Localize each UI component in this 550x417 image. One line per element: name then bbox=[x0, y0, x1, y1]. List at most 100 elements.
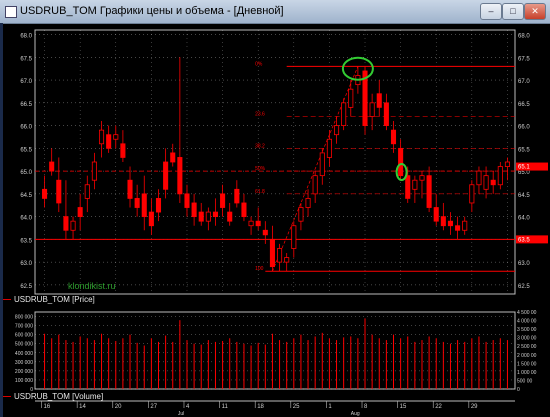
volume-y-tick-right: 1 500 00 bbox=[517, 361, 537, 367]
candle-body bbox=[284, 257, 290, 263]
candle-body bbox=[455, 225, 461, 231]
candle-body bbox=[312, 175, 318, 195]
price-y-tick-left: 62.5 bbox=[20, 284, 32, 290]
price-y-tick-right: 67.5 bbox=[518, 56, 530, 62]
price-y-tick-left: 66.5 bbox=[20, 102, 32, 108]
volume-y-tick-left: 800 000 bbox=[15, 315, 33, 321]
candle-body bbox=[504, 161, 510, 167]
candle-body bbox=[227, 211, 233, 222]
candle-body bbox=[405, 175, 411, 199]
price-y-tick-right: 65.0 bbox=[518, 170, 530, 176]
candle-body bbox=[376, 93, 382, 108]
candle-body bbox=[291, 225, 297, 249]
volume-y-tick-left: 0 bbox=[30, 387, 33, 391]
candle-body bbox=[155, 198, 162, 213]
volume-y-tick-right: 3 500 00 bbox=[517, 327, 537, 333]
volume-y-tick-right: 2 000 00 bbox=[517, 353, 537, 359]
candle-body bbox=[63, 216, 69, 231]
price-y-tick-left: 63.0 bbox=[20, 261, 32, 267]
price-y-tick-right: 62.5 bbox=[518, 284, 530, 290]
candle-body bbox=[490, 179, 496, 186]
time-month-label: Jul bbox=[178, 411, 184, 417]
chart-window: USDRUB_TOM Графики цены и объема - [Днев… bbox=[0, 0, 550, 417]
volume-y-tick-right: 3 000 00 bbox=[517, 336, 537, 342]
price-y-tick-right: 68.0 bbox=[518, 34, 530, 40]
candle-body bbox=[398, 147, 404, 177]
title-bar[interactable]: USDRUB_TOM Графики цены и объема - [Днев… bbox=[0, 0, 550, 24]
candle-body bbox=[497, 166, 503, 186]
price-legend: USDRUB_TOM [Price] bbox=[14, 295, 95, 304]
fib-label: 0% bbox=[255, 61, 263, 67]
candle-body bbox=[447, 220, 454, 227]
volume-y-tick-right: 0 bbox=[517, 387, 520, 391]
time-day-label: 4 bbox=[186, 404, 190, 410]
price-y-tick-left: 63.5 bbox=[20, 238, 32, 244]
candle-body bbox=[433, 207, 439, 222]
candle-body bbox=[255, 220, 261, 227]
volume-y-tick-right: 500 00 bbox=[517, 378, 533, 384]
price-chart[interactable]: 68.0 68.0 67.5 67.5 67.0 67.0 66.5 66.5 66.0 66.0… bbox=[5, 26, 548, 298]
volume-chart[interactable]: 800 000700 000600 000500 000400 000300 0… bbox=[5, 309, 548, 391]
candle-body bbox=[234, 188, 240, 204]
fib-label: 38.2 bbox=[255, 143, 265, 149]
candle-body bbox=[305, 198, 311, 208]
price-y-tick-left: 65.0 bbox=[20, 170, 32, 176]
candle-body bbox=[98, 129, 105, 145]
left-border bbox=[0, 23, 3, 417]
time-day-label: 22 bbox=[435, 404, 442, 410]
time-day-label: 20 bbox=[115, 404, 122, 410]
minimize-button[interactable]: – bbox=[480, 3, 502, 20]
candle-body bbox=[170, 152, 176, 163]
volume-y-tick-right: 2 500 00 bbox=[517, 344, 537, 350]
candle-body bbox=[277, 248, 283, 263]
time-axis[interactable]: 16 14 20 27 4 11 18 25 1 8 15 22 29Jul Aug bbox=[5, 400, 548, 417]
price-y-tick-right: 66.0 bbox=[518, 125, 530, 131]
price-plot-frame bbox=[34, 29, 516, 295]
candle-body bbox=[369, 102, 375, 117]
price-y-tick-right: 64.5 bbox=[518, 193, 530, 199]
price-y-tick-right: 66.5 bbox=[518, 102, 530, 108]
price-y-tick-left: 64.5 bbox=[20, 193, 32, 199]
candle-body bbox=[412, 179, 418, 190]
candle-body bbox=[298, 207, 304, 222]
candle-body bbox=[341, 102, 347, 126]
price-y-tick-left: 67.0 bbox=[20, 79, 32, 85]
candle-body bbox=[390, 129, 397, 145]
volume-y-tick-left: 700 000 bbox=[15, 324, 33, 330]
candle-body bbox=[462, 220, 468, 231]
app-icon bbox=[5, 6, 17, 18]
candle-body bbox=[120, 143, 126, 158]
time-day-label: 8 bbox=[364, 404, 368, 410]
time-day-label: 1 bbox=[328, 404, 332, 410]
close-button[interactable]: ✕ bbox=[524, 3, 546, 20]
candle-body bbox=[469, 184, 475, 204]
volume-y-tick-left: 600 000 bbox=[15, 333, 33, 339]
candle-body bbox=[241, 202, 247, 218]
price-tag-lower-text: 63.5 bbox=[518, 237, 530, 243]
time-day-label: 16 bbox=[44, 404, 51, 410]
candle-body bbox=[262, 229, 268, 236]
candle-body bbox=[113, 134, 119, 140]
candle-body bbox=[163, 161, 169, 190]
volume-y-tick-left: 500 000 bbox=[15, 342, 33, 348]
fib-label: 61.8 bbox=[255, 189, 265, 195]
maximize-button[interactable]: □ bbox=[502, 3, 524, 20]
volume-y-tick-left: 100 000 bbox=[15, 378, 33, 384]
candle-body bbox=[383, 102, 389, 126]
watermark: klondikist.ru bbox=[68, 281, 116, 291]
volume-y-tick-left: 400 000 bbox=[15, 351, 33, 357]
price-y-tick-right: 64.0 bbox=[518, 216, 530, 222]
candle-body bbox=[70, 220, 76, 231]
candle-body bbox=[212, 211, 219, 218]
volume-legend-swatch bbox=[3, 396, 11, 397]
candle-body bbox=[184, 193, 190, 208]
price-y-tick-left: 68.0 bbox=[20, 34, 32, 40]
time-day-label: 29 bbox=[471, 404, 478, 410]
candle-body bbox=[49, 161, 55, 172]
candle-body bbox=[220, 193, 226, 208]
candle-body bbox=[205, 211, 211, 222]
candle-body bbox=[348, 88, 354, 108]
price-y-tick-left: 65.5 bbox=[20, 147, 32, 153]
candle-body bbox=[426, 175, 432, 208]
candle-body bbox=[440, 216, 446, 227]
